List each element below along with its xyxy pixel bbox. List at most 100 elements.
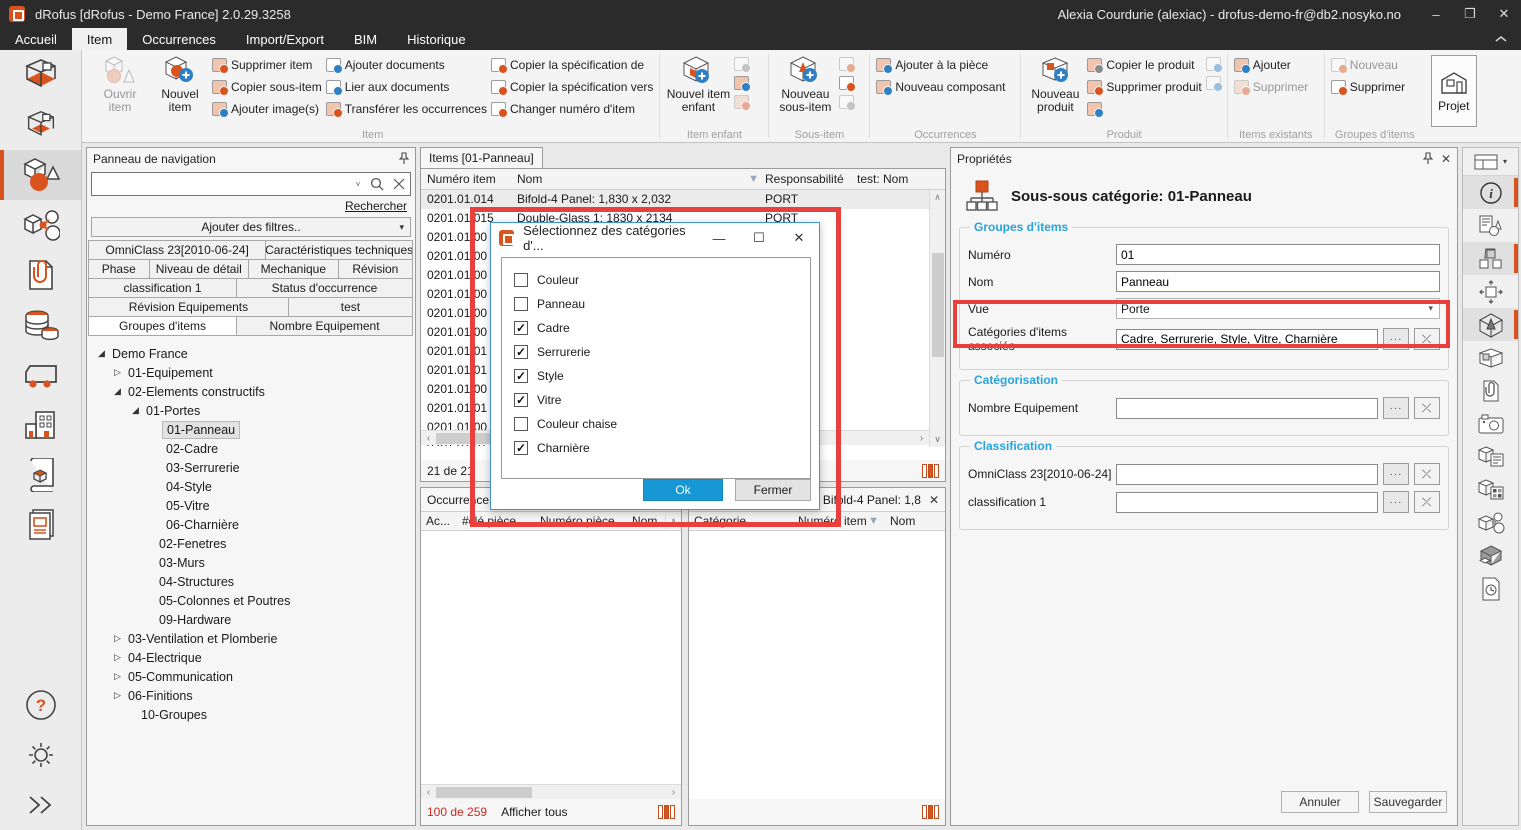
tree-item[interactable]: ◢Demo France (87, 344, 415, 363)
add-documents-button[interactable]: Ajouter documents (326, 55, 487, 74)
more-button[interactable]: ··· (1383, 397, 1409, 419)
new-component-button[interactable]: Nouveau composant (876, 77, 1005, 96)
scroll-thumb[interactable] (932, 253, 944, 357)
clear-button[interactable]: ⤫ (1414, 491, 1440, 513)
tab-historique[interactable]: Historique (392, 28, 481, 50)
scroll-thumb[interactable] (436, 787, 532, 798)
filter-tab-nombre-equipement[interactable]: Nombre Equipement (236, 316, 413, 336)
close-button[interactable]: ✕ (1487, 0, 1521, 28)
clear-search-icon[interactable] (388, 178, 410, 190)
col-numero-item[interactable]: Numéro item (421, 172, 517, 186)
add-images-button[interactable]: Ajouter image(s) (212, 99, 322, 118)
specification-icon[interactable] (1463, 209, 1518, 242)
item-classification-icon[interactable] (1463, 473, 1518, 506)
category-option[interactable]: ✓Charnière (514, 436, 810, 460)
copy-subitem-button[interactable]: Copier sous-item (212, 77, 322, 96)
expander-icon[interactable]: ◢ (129, 405, 142, 416)
transfer-occurrences-button[interactable]: Transférer les occurrences (326, 99, 487, 118)
tree-item[interactable]: ▷05-Communication (87, 667, 415, 686)
filter-tab-revision-equipements[interactable]: Révision Equipements (88, 297, 289, 317)
items-icon[interactable] (0, 150, 81, 200)
new-subitem-button[interactable]: Nouveau sous-item (775, 53, 835, 114)
expander-icon[interactable]: ▷ (111, 652, 124, 663)
checkbox-checked[interactable]: ✓ (514, 345, 528, 359)
filter-tab-mechanique[interactable]: Mechanique (248, 259, 339, 279)
tab-occurrences[interactable]: Occurrences (127, 28, 231, 50)
derived-items-icon[interactable] (1463, 539, 1518, 572)
product-doc-add-icon[interactable] (1206, 57, 1221, 71)
items-cubes-icon[interactable] (1463, 242, 1518, 275)
new-item-button[interactable]: Nouvel item (152, 53, 208, 114)
checkbox-checked[interactable]: ✓ (514, 393, 528, 407)
search-input[interactable] (96, 174, 350, 194)
show-all-link[interactable]: Afficher tous (501, 805, 567, 819)
col-nom[interactable]: Nom▼ (517, 172, 765, 186)
tree-item[interactable]: 03-Serrurerie (87, 458, 415, 477)
scroll-down-icon[interactable]: ∨ (930, 432, 945, 447)
scroll-right-icon[interactable]: › (914, 433, 929, 444)
more-button[interactable]: ··· (1383, 491, 1409, 513)
model-viewer-icon[interactable] (1463, 275, 1518, 308)
occurrences-tab[interactable]: Occurrence (427, 493, 489, 507)
checkbox-checked[interactable]: ✓ (514, 369, 528, 383)
fermer-button[interactable]: Fermer (735, 479, 811, 501)
dialog-minimize-button[interactable]: — (699, 223, 739, 253)
images-icon[interactable] (1463, 407, 1518, 440)
tree-item[interactable]: 09-Hardware (87, 610, 415, 629)
col-nom[interactable]: Nom (885, 514, 945, 528)
scroll-right-icon[interactable]: › (666, 787, 681, 798)
open-item-button[interactable]: Ouvrir item (92, 53, 148, 114)
tree-item[interactable]: ◢01-Portes (87, 401, 415, 420)
col-responsabilite[interactable]: Responsabilité (765, 172, 857, 186)
building-icon[interactable] (0, 400, 81, 450)
filter-tab-omniclass[interactable]: OmniClass 23[2010-06-24] (88, 240, 266, 260)
filter-tab-phase[interactable]: Phase (88, 259, 150, 279)
subitem-delete-icon[interactable] (839, 57, 854, 71)
attachment-icon[interactable] (1463, 374, 1518, 407)
product-doc-link-icon[interactable] (1206, 76, 1221, 90)
occurrences-horizontal-scrollbar[interactable]: ‹ › (421, 784, 681, 799)
col-categorie[interactable]: Catégorie (689, 514, 793, 528)
category-option[interactable]: Panneau (514, 292, 810, 316)
delete-group-button[interactable]: Supprimer (1331, 77, 1405, 96)
expander-icon[interactable]: ▷ (111, 690, 124, 701)
subitem-info-icon[interactable] (839, 95, 854, 109)
attachments-icon[interactable] (0, 250, 81, 300)
tree-item[interactable]: 03-Murs (87, 553, 415, 572)
close-panel-icon[interactable]: ✕ (929, 493, 939, 507)
filter-tab-niveau[interactable]: Niveau de détail (149, 259, 249, 279)
child-add-icon[interactable] (734, 76, 749, 90)
expander-icon[interactable]: ◢ (111, 386, 124, 397)
scroll-left-icon[interactable]: ‹ (421, 787, 436, 798)
collapse-ribbon-icon[interactable] (1495, 28, 1507, 50)
subitem-edit-icon[interactable] (839, 76, 854, 90)
expander-icon[interactable]: ▷ (111, 633, 124, 644)
product-box-icon[interactable] (1463, 341, 1518, 374)
items-tab[interactable]: Items [01-Panneau] (420, 147, 543, 168)
link-documents-button[interactable]: Lier aux documents (326, 77, 487, 96)
delete-product-button[interactable]: Supprimer produit (1087, 77, 1201, 96)
log-history-icon[interactable] (1463, 572, 1518, 605)
tree-item[interactable]: 05-Vitre (87, 496, 415, 515)
col-cle-piece[interactable]: #clé pièce (457, 514, 535, 528)
logistics-icon[interactable] (0, 350, 81, 400)
tree-item[interactable]: ◢02-Elements constructifs (87, 382, 415, 401)
dialog-close-button[interactable]: ✕ (779, 223, 819, 253)
scroll-up-icon[interactable]: ∧ (665, 514, 681, 529)
vue-select[interactable]: Porte▾ (1116, 298, 1440, 319)
product-extra-icon[interactable] (1087, 102, 1102, 116)
filter-tab-revision[interactable]: Révision (338, 259, 413, 279)
info-icon[interactable]: i (1463, 176, 1518, 209)
add-existing-item-button[interactable]: Ajouter (1234, 55, 1308, 74)
new-product-button[interactable]: Nouveau produit (1027, 53, 1083, 114)
checkbox-unchecked[interactable] (514, 273, 528, 287)
new-group-button[interactable]: Nouveau (1331, 55, 1405, 74)
numero-field[interactable] (1116, 244, 1440, 265)
pin-icon[interactable] (399, 152, 409, 165)
rooms-icon[interactable] (0, 50, 81, 100)
col-actions[interactable]: Ac... (421, 514, 457, 528)
tab-import-export[interactable]: Import/Export (231, 28, 339, 50)
child-list-icon[interactable] (734, 57, 749, 71)
expander-icon[interactable]: ◢ (95, 348, 108, 359)
tree-item[interactable]: 05-Colonnes et Poutres (87, 591, 415, 610)
